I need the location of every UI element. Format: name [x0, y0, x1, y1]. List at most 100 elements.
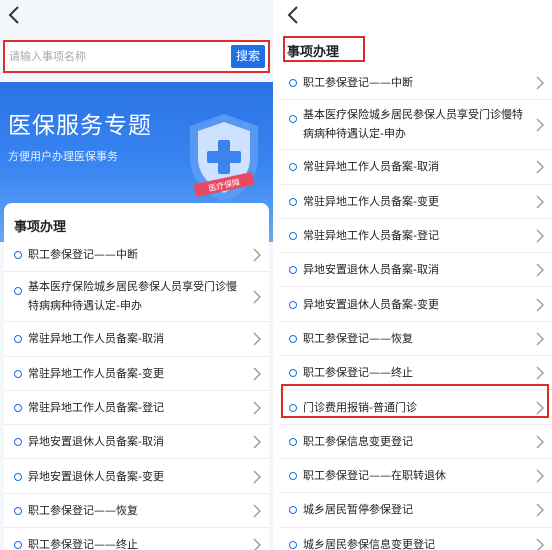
chevron-right-icon — [536, 503, 544, 517]
circle-outline-icon — [14, 335, 22, 344]
circle-outline-icon — [289, 540, 297, 549]
list-item[interactable]: 常驻异地工作人员备案-登记 — [279, 219, 552, 254]
left-screen: 搜索 医保服务专题 方便用户办理医保事务 医疗保障 事项办理 职工参保登记——中… — [0, 0, 273, 550]
circle-outline-icon — [14, 251, 22, 260]
chevron-right-icon — [253, 470, 261, 484]
chevron-right-icon — [536, 538, 544, 550]
list-item[interactable]: 城乡居民参保信息变更登记 — [279, 528, 552, 550]
section-title: 事项办理 — [14, 220, 67, 235]
search-button[interactable]: 搜索 — [231, 45, 265, 68]
list-item-label: 职工参保登记——中断 — [28, 248, 138, 262]
chevron-right-icon — [253, 367, 261, 381]
list-item[interactable]: 职工参保信息变更登记 — [279, 425, 552, 459]
circle-outline-icon — [289, 506, 297, 515]
circle-outline-icon — [14, 541, 22, 550]
chevron-right-icon — [253, 290, 261, 304]
list-item-label: 常驻异地工作人员备案-登记 — [28, 401, 164, 415]
list-item[interactable]: 异地安置退休人员备案-取消 — [4, 425, 269, 460]
circle-outline-icon — [14, 506, 22, 515]
list-item[interactable]: 异地安置退休人员备案-变更 — [4, 460, 269, 494]
list-item[interactable]: 职工参保登记——终止 — [4, 528, 269, 550]
list-item-label: 常驻异地工作人员备案-变更 — [303, 194, 439, 208]
right-screen: 事项办理 职工参保登记——中断 基本医疗保险城乡居民参保人员享受门诊慢特病病种待遇… — [279, 0, 552, 550]
list-item[interactable]: 门诊费用报销-普通门诊 — [279, 390, 552, 425]
chevron-right-icon — [536, 160, 544, 174]
circle-outline-icon — [289, 437, 297, 446]
back-icon[interactable] — [8, 5, 28, 29]
chevron-right-icon — [253, 248, 261, 262]
list-item-label: 城乡居民参保信息变更登记 — [303, 537, 435, 550]
chevron-right-icon — [536, 76, 544, 90]
list-item[interactable]: 异地安置退休人员备案-变更 — [279, 288, 552, 322]
list-item-label: 异地安置退休人员备案-取消 — [303, 263, 439, 277]
banner-subtitle: 方便用户办理医保事务 — [8, 150, 118, 163]
list-item[interactable]: 城乡居民暂停参保登记 — [279, 493, 552, 528]
banner-title: 医保服务专题 — [8, 113, 152, 139]
chevron-right-icon — [536, 401, 544, 415]
circle-outline-icon — [289, 334, 297, 343]
list-item[interactable]: 职工参保登记——中断 — [4, 238, 269, 273]
list-item[interactable]: 常驻异地工作人员备案-变更 — [4, 357, 269, 391]
chevron-right-icon — [253, 401, 261, 415]
chevron-right-icon — [253, 538, 261, 550]
list-item[interactable]: 职工参保登记——终止 — [279, 356, 552, 391]
list-item-label: 职工参保信息变更登记 — [303, 434, 413, 448]
list-item[interactable]: 常驻异地工作人员备案-取消 — [4, 322, 269, 357]
circle-outline-icon — [289, 115, 297, 124]
circle-outline-icon — [14, 438, 22, 447]
list-item[interactable]: 基本医疗保险城乡居民参保人员享受门诊慢特病病种待遇认定-申办 — [279, 100, 552, 151]
list-item[interactable]: 常驻异地工作人员备案-取消 — [279, 150, 552, 185]
chevron-right-icon — [536, 435, 544, 449]
list-item[interactable]: 常驻异地工作人员备案-变更 — [279, 185, 552, 219]
list-item-label: 基本医疗保险城乡居民参保人员享受门诊慢特病病种待遇认定-申办 — [28, 280, 237, 313]
chevron-right-icon — [253, 435, 261, 449]
back-icon[interactable] — [287, 5, 307, 29]
circle-outline-icon — [289, 79, 297, 88]
chevron-right-icon — [536, 263, 544, 277]
circle-outline-icon — [289, 266, 297, 275]
chevron-right-icon — [536, 118, 544, 132]
chevron-right-icon — [536, 195, 544, 209]
chevron-right-icon — [536, 366, 544, 380]
chevron-right-icon — [536, 229, 544, 243]
circle-outline-icon — [289, 163, 297, 172]
chevron-right-icon — [536, 332, 544, 346]
list-item-label: 常驻异地工作人员备案-取消 — [303, 160, 439, 174]
list-item-label: 常驻异地工作人员备案-取消 — [28, 332, 164, 346]
section-title: 事项办理 — [287, 45, 340, 60]
circle-outline-icon — [14, 404, 22, 413]
shield-cross-icon: 医疗保障 — [190, 114, 258, 202]
list-item[interactable]: 职工参保登记——恢复 — [279, 322, 552, 357]
chevron-right-icon — [253, 332, 261, 346]
circle-outline-icon — [289, 403, 297, 412]
list-item-label: 职工参保登记——终止 — [303, 366, 413, 380]
search-bar: 搜索 — [3, 40, 270, 73]
chevron-right-icon — [536, 469, 544, 483]
circle-outline-icon — [14, 287, 22, 296]
list-item[interactable]: 常驻异地工作人员备案-登记 — [4, 391, 269, 426]
circle-outline-icon — [289, 232, 297, 241]
list-item[interactable]: 异地安置退休人员备案-取消 — [279, 253, 552, 288]
chevron-right-icon — [536, 298, 544, 312]
items-card: 事项办理 职工参保登记——中断基本医疗保险城乡居民参保人员享受门诊慢特病病种待遇… — [4, 203, 269, 550]
list-item[interactable]: 职工参保登记——恢复 — [4, 494, 269, 529]
list-item-label: 职工参保登记——恢复 — [28, 503, 138, 517]
circle-outline-icon — [289, 197, 297, 206]
circle-outline-icon — [289, 300, 297, 309]
chevron-right-icon — [253, 504, 261, 518]
list-item-label: 常驻异地工作人员备案-变更 — [28, 366, 164, 380]
list-item-label: 职工参保登记——终止 — [28, 538, 138, 550]
circle-outline-icon — [289, 472, 297, 481]
list-item-label: 常驻异地工作人员备案-登记 — [303, 229, 439, 243]
list-item[interactable]: 职工参保登记——中断 — [279, 66, 552, 101]
list-item-label: 门诊费用报销-普通门诊 — [303, 400, 417, 414]
search-input[interactable] — [9, 46, 229, 67]
circle-outline-icon — [289, 369, 297, 378]
list-item[interactable]: 职工参保登记——在职转退休 — [279, 459, 552, 494]
list-item-label: 职工参保登记——恢复 — [303, 331, 413, 345]
list-item-label: 异地安置退休人员备案-取消 — [28, 435, 164, 449]
list-item-label: 城乡居民暂停参保登记 — [303, 503, 413, 517]
list-item-label: 异地安置退休人员备案-变更 — [28, 469, 164, 483]
list-item[interactable]: 基本医疗保险城乡居民参保人员享受门诊慢特病病种待遇认定-申办 — [4, 272, 269, 323]
circle-outline-icon — [14, 369, 22, 378]
